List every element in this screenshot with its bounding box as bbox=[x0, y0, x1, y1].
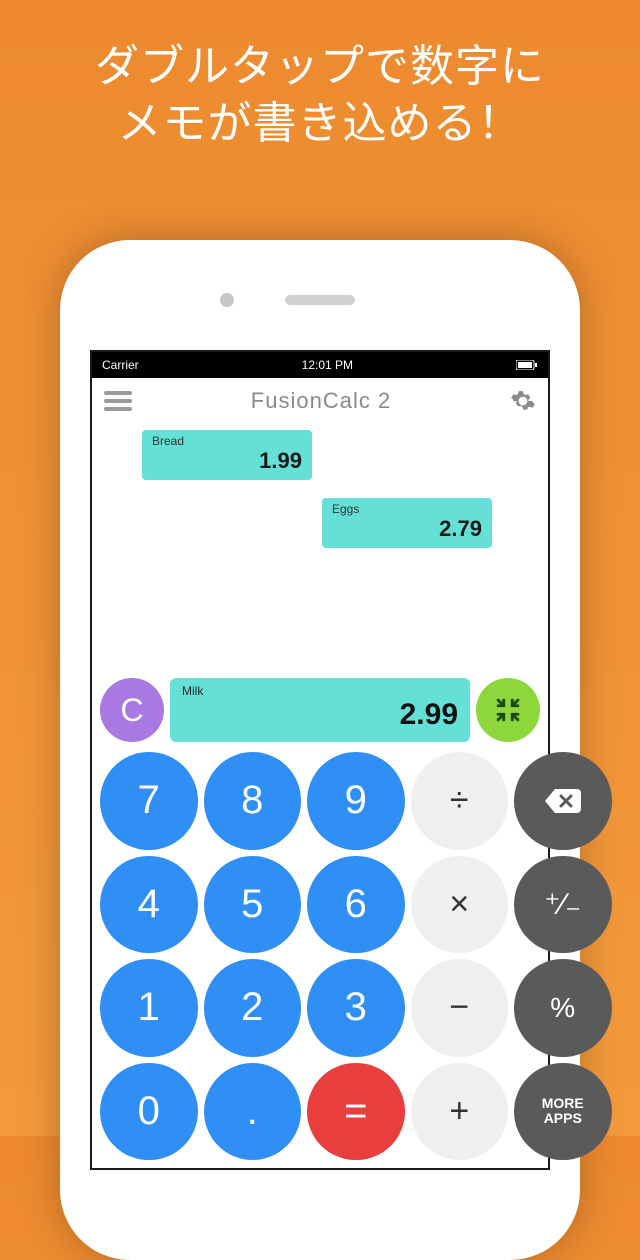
phone-speaker bbox=[285, 295, 355, 305]
memo-eggs[interactable]: Eggs 2.79 bbox=[322, 498, 492, 548]
display-label: Milk bbox=[182, 684, 458, 698]
key-minus[interactable]: − bbox=[411, 959, 509, 1057]
key-9[interactable]: 9 bbox=[307, 752, 405, 850]
key-equals[interactable]: = bbox=[307, 1063, 405, 1161]
key-8[interactable]: 8 bbox=[204, 752, 302, 850]
app-title: FusionCalc 2 bbox=[251, 388, 391, 414]
key-multiply[interactable]: × bbox=[411, 856, 509, 954]
key-plusminus[interactable]: ⁺∕₋ bbox=[514, 856, 612, 954]
app-screen: Carrier 12:01 PM FusionCalc 2 Bread 1.99… bbox=[90, 350, 550, 1170]
display-value: 2.99 bbox=[182, 698, 458, 731]
menu-icon[interactable] bbox=[104, 391, 132, 411]
battery-icon bbox=[516, 360, 538, 370]
calc-display[interactable]: Milk 2.99 bbox=[170, 678, 470, 742]
gear-icon[interactable] bbox=[510, 388, 536, 414]
key-6[interactable]: 6 bbox=[307, 856, 405, 954]
key-3[interactable]: 3 bbox=[307, 959, 405, 1057]
carrier-label: Carrier bbox=[102, 358, 139, 372]
headline-line-1: ダブルタップで数字に bbox=[0, 38, 640, 95]
phone-frame: Carrier 12:01 PM FusionCalc 2 Bread 1.99… bbox=[60, 240, 580, 1260]
clear-button[interactable]: C bbox=[100, 678, 164, 742]
memo-label: Bread bbox=[152, 434, 302, 448]
status-time: 12:01 PM bbox=[302, 358, 353, 372]
key-dot[interactable]: . bbox=[204, 1063, 302, 1161]
key-1[interactable]: 1 bbox=[100, 959, 198, 1057]
key-7[interactable]: 7 bbox=[100, 752, 198, 850]
key-more-apps[interactable]: MOREAPPS bbox=[514, 1063, 612, 1161]
display-row: C Milk 2.99 bbox=[92, 674, 548, 752]
headline-line-2: メモが書き込める！ bbox=[0, 95, 640, 152]
phone-camera bbox=[220, 293, 234, 307]
key-4[interactable]: 4 bbox=[100, 856, 198, 954]
key-percent[interactable]: % bbox=[514, 959, 612, 1057]
memo-area[interactable]: Bread 1.99 Eggs 2.79 bbox=[92, 424, 548, 674]
key-2[interactable]: 2 bbox=[204, 959, 302, 1057]
app-header: FusionCalc 2 bbox=[92, 378, 548, 424]
key-5[interactable]: 5 bbox=[204, 856, 302, 954]
memo-value: 2.79 bbox=[332, 516, 482, 542]
key-plus[interactable]: + bbox=[411, 1063, 509, 1161]
key-0[interactable]: 0 bbox=[100, 1063, 198, 1161]
keypad: 7 8 9 ÷ 4 5 6 × ⁺∕₋ 1 2 3 − % 0 . = + MO… bbox=[92, 752, 548, 1168]
key-divide[interactable]: ÷ bbox=[411, 752, 509, 850]
memo-value: 1.99 bbox=[152, 448, 302, 474]
promo-headline: ダブルタップで数字に メモが書き込める！ bbox=[0, 0, 640, 152]
collapse-button[interactable] bbox=[476, 678, 540, 742]
key-backspace[interactable] bbox=[514, 752, 612, 850]
status-bar: Carrier 12:01 PM bbox=[92, 352, 548, 378]
memo-bread[interactable]: Bread 1.99 bbox=[142, 430, 312, 480]
memo-label: Eggs bbox=[332, 502, 482, 516]
